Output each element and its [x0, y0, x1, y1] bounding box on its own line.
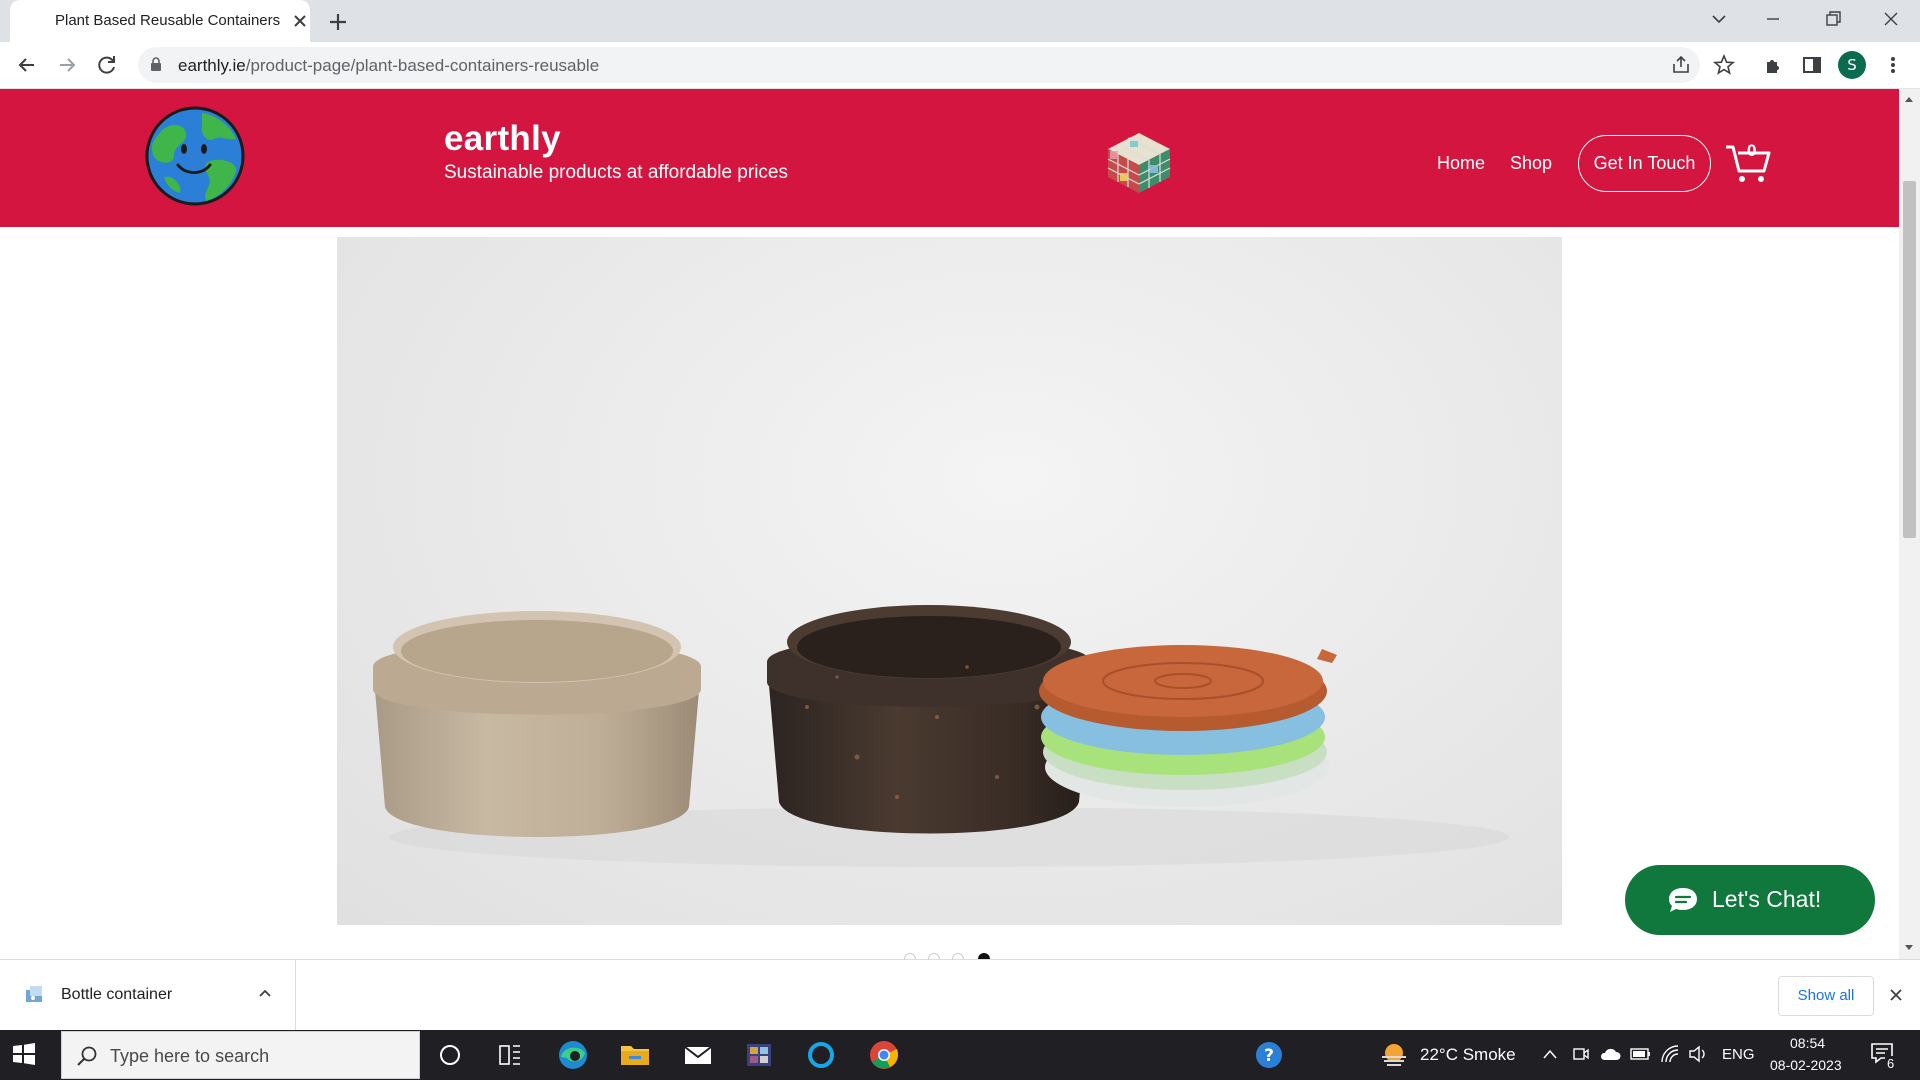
windows-taskbar: Type here to search ? 22°C Smoke ENG 08:…	[0, 1030, 1920, 1080]
tab-search-chevron-icon[interactable]	[1696, 4, 1742, 36]
show-all-button[interactable]: Show all	[1778, 976, 1874, 1016]
profile-avatar[interactable]: S	[1838, 51, 1866, 79]
browser-tab[interactable]: Plant Based Reusable Containers	[10, 0, 310, 42]
extensions-icon[interactable]	[1758, 50, 1788, 80]
back-icon[interactable]	[12, 50, 42, 80]
svg-text:?: ?	[1264, 1046, 1274, 1066]
lock-icon[interactable]	[150, 57, 162, 72]
help-icon[interactable]: ?	[1241, 1030, 1297, 1080]
bookmark-star-icon[interactable]	[1709, 50, 1739, 80]
language-indicator[interactable]: ENG	[1722, 1046, 1755, 1063]
minimize-icon[interactable]	[1750, 4, 1796, 36]
nav-home-link[interactable]: Home	[1437, 153, 1485, 174]
share-icon[interactable]	[1670, 54, 1692, 76]
volume-icon[interactable]	[1688, 1045, 1708, 1063]
file-explorer-icon[interactable]	[607, 1030, 663, 1080]
tab-close-icon[interactable]	[288, 9, 312, 33]
forward-icon[interactable]	[52, 50, 82, 80]
brand-tagline: Sustainable products at affordable price…	[444, 162, 788, 183]
mail-icon[interactable]	[670, 1030, 726, 1080]
tab-title: Plant Based Reusable Containers	[55, 12, 281, 29]
onedrive-cloud-icon[interactable]	[1599, 1045, 1621, 1063]
file-icon	[26, 986, 42, 1002]
page-viewport: earthly Sustainable products at affordab…	[0, 89, 1920, 959]
search-icon	[77, 1046, 97, 1066]
download-filename: Bottle container	[61, 986, 173, 1003]
edge-browser-icon[interactable]	[545, 1030, 601, 1080]
weather-text[interactable]: 22°C Smoke	[1420, 1045, 1516, 1065]
clock-date[interactable]: 08-02-2023	[1770, 1057, 1842, 1073]
chat-bubble-icon	[1669, 888, 1697, 912]
scroll-down-arrow-icon[interactable]	[1904, 944, 1914, 952]
new-tab-icon[interactable]	[324, 8, 352, 36]
earth-logo-icon[interactable]	[144, 105, 246, 207]
url-text[interactable]: earthly.ie/product-page/plant-based-cont…	[178, 56, 599, 76]
clock-time[interactable]: 08:54	[1790, 1035, 1825, 1051]
download-item[interactable]: Bottle container	[0, 960, 296, 1031]
cortana-icon[interactable]	[422, 1030, 478, 1080]
notification-count: 6	[1885, 1056, 1897, 1071]
menu-kebab-icon[interactable]	[1878, 50, 1908, 80]
browser-toolbar: earthly.ie/product-page/plant-based-cont…	[0, 42, 1920, 89]
tray-expand-chevron-icon[interactable]	[1542, 1048, 1558, 1060]
windows-start-icon[interactable]	[12, 1042, 36, 1066]
page-scrollbar[interactable]	[1899, 89, 1920, 959]
reusable-containers-photo	[373, 605, 1509, 867]
get-in-touch-button[interactable]: Get In Touch	[1578, 135, 1711, 192]
downloads-bar: Bottle container Show all	[0, 959, 1920, 1031]
reload-icon[interactable]	[92, 50, 122, 80]
chevron-up-icon[interactable]	[258, 988, 272, 998]
product-image[interactable]	[337, 237, 1562, 925]
downloads-close-icon[interactable]	[1888, 987, 1904, 1003]
meet-now-icon[interactable]	[1572, 1045, 1590, 1063]
wifi-icon[interactable]	[1660, 1044, 1680, 1064]
scroll-up-arrow-icon[interactable]	[1904, 95, 1914, 103]
search-placeholder: Type here to search	[110, 1046, 270, 1066]
site-header: earthly Sustainable products at affordab…	[0, 89, 1899, 227]
weather-haze-icon[interactable]	[1378, 1041, 1410, 1069]
restore-icon[interactable]	[1810, 4, 1856, 36]
photo-app-icon[interactable]	[731, 1030, 787, 1080]
window-close-icon[interactable]	[1868, 4, 1914, 36]
taskbar-search-box[interactable]: Type here to search	[61, 1031, 420, 1079]
task-view-icon[interactable]	[482, 1030, 538, 1080]
scroll-thumb[interactable]	[1903, 181, 1916, 538]
rubiks-cube-icon	[1107, 133, 1171, 193]
browser-tab-strip: Plant Based Reusable Containers	[0, 0, 1920, 42]
chat-label: Let's Chat!	[1712, 886, 1822, 912]
address-bar[interactable]: earthly.ie/product-page/plant-based-cont…	[138, 47, 1700, 83]
cortana-ring-icon[interactable]	[793, 1030, 849, 1080]
battery-icon[interactable]	[1630, 1046, 1652, 1062]
chrome-icon[interactable]	[856, 1030, 912, 1080]
lets-chat-button[interactable]: Let's Chat!	[1625, 865, 1875, 935]
nav-shop-link[interactable]: Shop	[1510, 153, 1552, 174]
brand-name[interactable]: earthly	[444, 119, 561, 159]
cart-count-badge[interactable]: 0	[1747, 141, 1756, 161]
side-panel-icon[interactable]	[1797, 50, 1827, 80]
